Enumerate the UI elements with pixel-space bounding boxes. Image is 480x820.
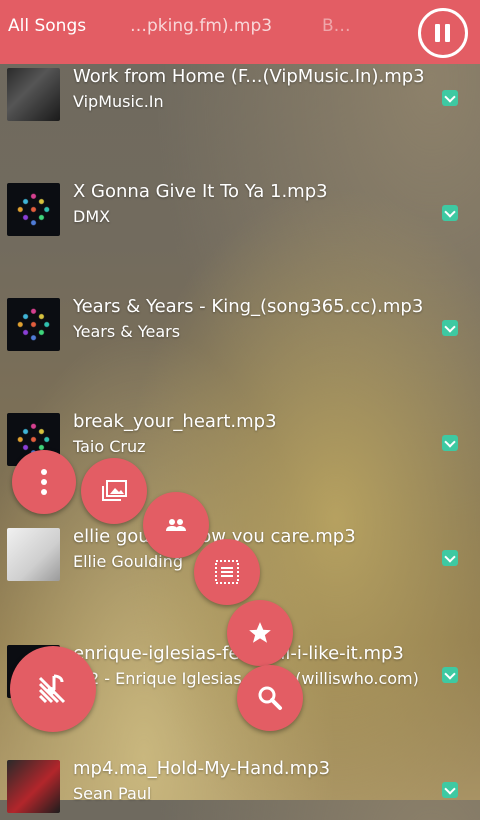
pause-icon — [435, 24, 440, 42]
download-icon[interactable] — [442, 782, 458, 798]
album-art — [7, 298, 60, 351]
gallery-icon — [102, 480, 127, 501]
download-icon[interactable] — [442, 550, 458, 566]
album-art — [7, 760, 60, 813]
favorites-button[interactable] — [227, 600, 293, 666]
song-title: Work from Home (F...(VipMusic.In).mp3 — [73, 66, 425, 87]
download-icon[interactable] — [442, 667, 458, 683]
song-artist: VipMusic.In — [73, 92, 164, 111]
album-art — [7, 68, 60, 121]
song-title: break_your_heart.mp3 — [73, 411, 277, 432]
playlist-icon — [215, 560, 239, 584]
album-art — [7, 183, 60, 236]
artists-button[interactable] — [143, 492, 209, 558]
playlist-button[interactable] — [194, 539, 260, 605]
download-icon[interactable] — [442, 90, 458, 106]
list-item[interactable]: Work from Home (F...(VipMusic.In).mp3 Vi… — [0, 66, 480, 128]
album-art — [7, 528, 60, 581]
top-bar: All Songs …pking.fm).mp3 B… — [0, 0, 480, 64]
song-title: Years & Years - King_(song365.cc).mp3 — [73, 296, 424, 317]
download-icon[interactable] — [442, 205, 458, 221]
tab-now-playing[interactable]: …pking.fm).mp3 — [130, 16, 272, 36]
song-artist: DMX — [73, 207, 111, 226]
tab-all-songs[interactable]: All Songs — [8, 16, 86, 36]
list-item[interactable]: mp4.ma_Hold-My-Hand.mp3 Sean Paul — [0, 758, 480, 820]
song-artist: Sean Paul — [73, 784, 152, 803]
download-icon[interactable] — [442, 435, 458, 451]
search-icon — [258, 686, 282, 710]
main-menu-button[interactable] — [10, 646, 96, 732]
list-item[interactable]: break_your_heart.mp3 Taio Cruz — [0, 411, 480, 473]
pause-button[interactable] — [418, 8, 468, 58]
music-menu-icon — [38, 674, 66, 704]
song-artist: Years & Years — [73, 322, 181, 341]
list-item[interactable]: Years & Years - King_(song365.cc).mp3 Ye… — [0, 296, 480, 358]
more-vertical-icon — [41, 469, 47, 495]
song-title: X Gonna Give It To Ya 1.mp3 — [73, 181, 328, 202]
song-title: mp4.ma_Hold-My-Hand.mp3 — [73, 758, 331, 779]
gallery-button[interactable] — [81, 458, 147, 524]
song-artist: Taio Cruz — [73, 437, 146, 456]
download-icon[interactable] — [442, 320, 458, 336]
people-icon — [166, 519, 186, 531]
tab-next[interactable]: B… — [322, 16, 351, 36]
search-button[interactable] — [237, 665, 303, 731]
list-item[interactable]: X Gonna Give It To Ya 1.mp3 DMX — [0, 181, 480, 243]
more-options-button[interactable] — [12, 450, 76, 514]
star-icon — [249, 622, 271, 643]
